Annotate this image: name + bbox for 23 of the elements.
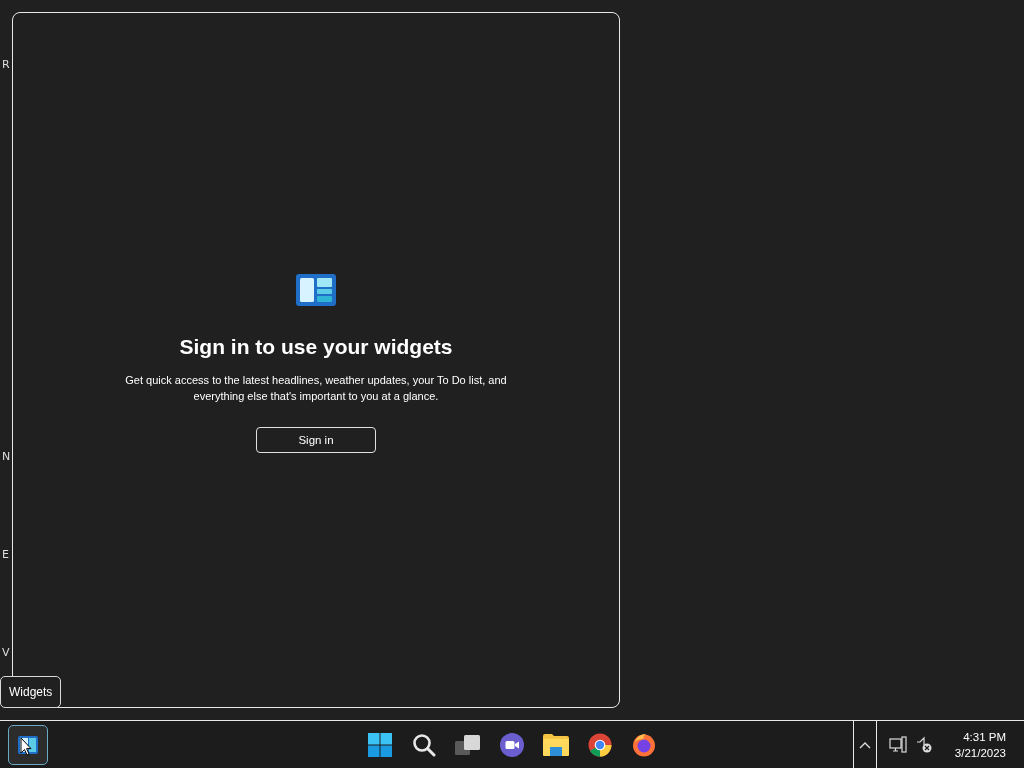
show-hidden-icons-button[interactable]	[852, 721, 877, 768]
widgets-button[interactable]	[8, 724, 48, 765]
tooltip: Widgets	[0, 676, 62, 708]
clock-date: 3/21/2023	[954, 745, 1006, 761]
folder-icon	[543, 733, 569, 756]
task-view-icon	[455, 733, 481, 756]
clock[interactable]: 4:31 PM 3/21/2023	[954, 728, 1006, 761]
sign-in-button[interactable]: Sign in	[256, 427, 376, 453]
video-camera-icon	[499, 731, 525, 758]
desktop-icon-label: R	[2, 58, 10, 71]
firefox-logo-icon	[632, 732, 656, 757]
chevron-up-icon	[858, 740, 871, 749]
desktop-icon-label: N	[2, 450, 11, 463]
chrome-logo-icon	[588, 732, 612, 757]
search-icon	[412, 732, 436, 757]
desktop-icon-label: V	[2, 646, 10, 659]
volume-muted-icon[interactable]	[914, 735, 933, 754]
panel-description: Get quick access to the latest headlines, weather updates, your To Do list, and everything else that's important to you at a glance.	[124, 373, 508, 404]
desktop-icon-label: E	[2, 548, 9, 561]
clock-time: 4:31 PM	[963, 729, 1006, 745]
windows-logo-icon	[368, 732, 392, 757]
panel-title: Sign in to use your widgets	[179, 335, 453, 359]
network-icon[interactable]	[888, 735, 907, 754]
